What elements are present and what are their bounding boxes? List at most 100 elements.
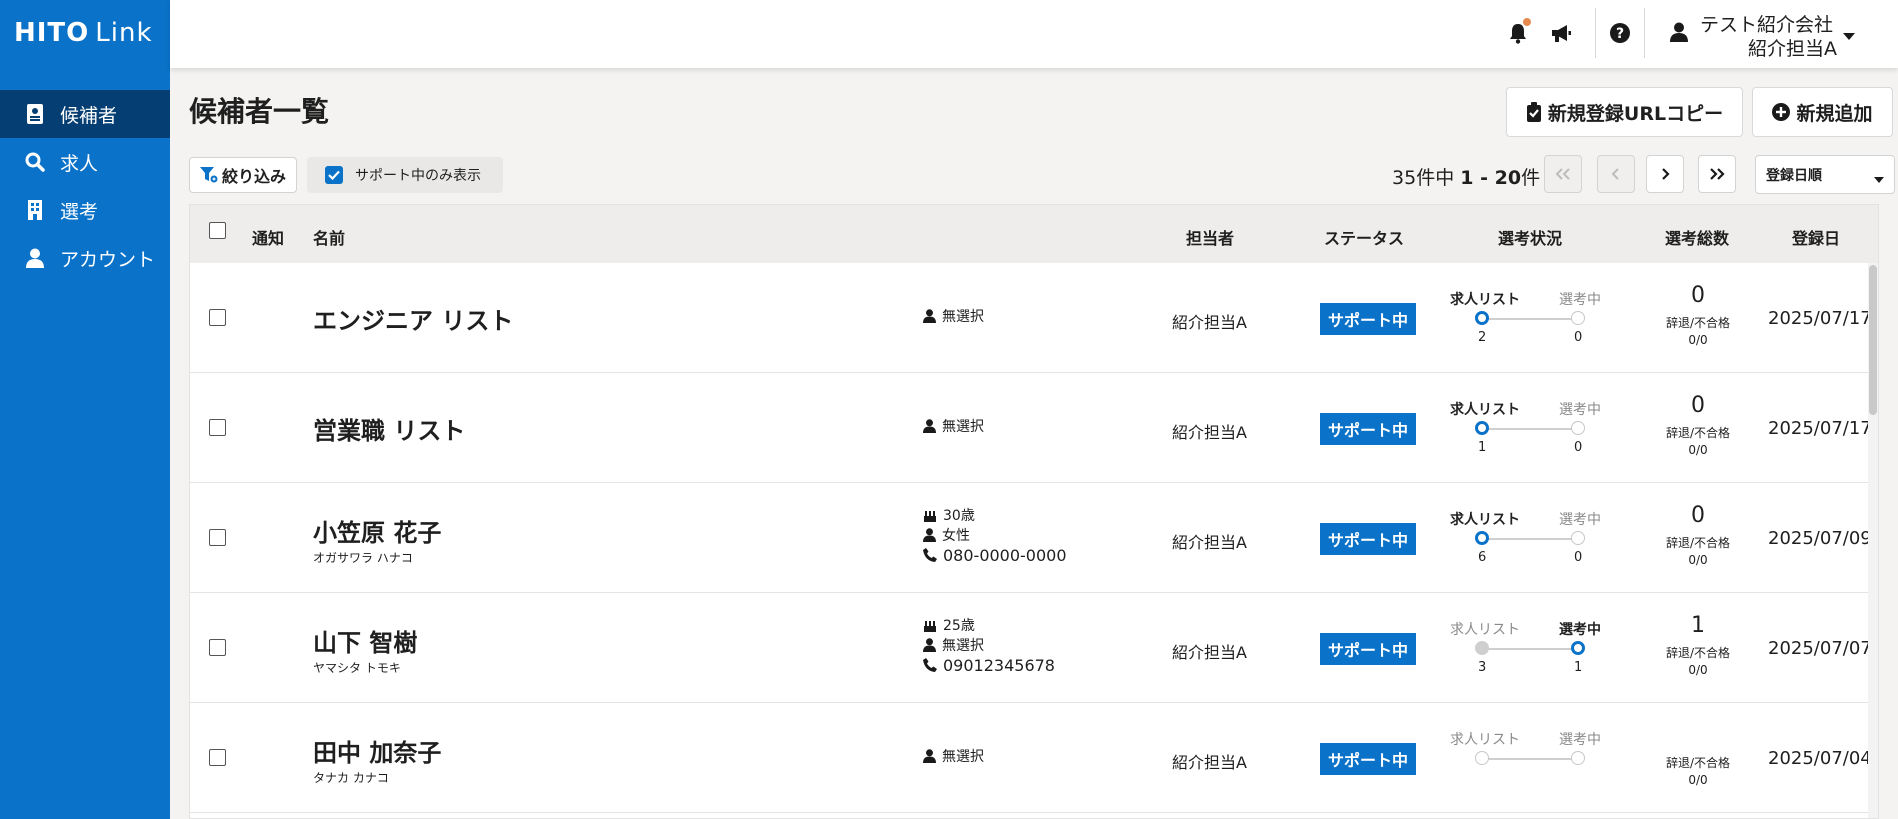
pager-mid: 件中 bbox=[1416, 167, 1455, 189]
user-icon bbox=[24, 247, 46, 269]
header-divider bbox=[1595, 8, 1596, 58]
sidebar-item-jobs[interactable]: 求人 bbox=[0, 138, 170, 186]
candidate-name[interactable]: 山下 智樹 bbox=[313, 623, 417, 658]
header-name: 名前 bbox=[313, 229, 346, 248]
megaphone-icon[interactable] bbox=[1548, 20, 1574, 46]
logo-light-text: Link bbox=[95, 18, 153, 48]
withdraw-value: 0/0 bbox=[1688, 553, 1708, 567]
row-checkbox[interactable] bbox=[209, 309, 226, 326]
first-page-button[interactable] bbox=[1544, 155, 1582, 193]
pager-from: 1 bbox=[1460, 167, 1474, 189]
top-header: ? テスト紹介会社 紹介担当A bbox=[170, 0, 1898, 68]
select-all-checkbox[interactable] bbox=[209, 222, 226, 239]
table-scrollbar[interactable] bbox=[1868, 263, 1878, 818]
table-row[interactable]: 山下 智樹 ヤマシタ トモキ 25歳 無選択 09012345678 紹介担当A サ… bbox=[190, 593, 1878, 703]
sidebar-item-account[interactable]: アカウント bbox=[0, 234, 170, 282]
row-checkbox[interactable] bbox=[209, 419, 226, 436]
candidate-info: 30歳 女性 080-0000-0000 bbox=[923, 505, 1067, 565]
registered-date: 2025/07/04 bbox=[1768, 748, 1872, 769]
progress-line bbox=[1482, 428, 1578, 430]
candidate-kana: オガサワラ ハナコ bbox=[313, 551, 413, 565]
stage1-dot bbox=[1475, 531, 1489, 545]
sidebar-item-candidates[interactable]: 候補者 bbox=[0, 90, 170, 138]
support-only-checkbox[interactable]: サポート中のみ表示 bbox=[307, 157, 503, 193]
phone-icon bbox=[923, 658, 937, 672]
gender-text: 女性 bbox=[942, 528, 970, 544]
gender-text: 無選択 bbox=[942, 309, 984, 325]
checkbox-checked-icon bbox=[325, 166, 343, 184]
stage2-label: 選考中 bbox=[1559, 292, 1601, 308]
sidebar: HITO Link 候補者 求人 選考 アカウント bbox=[0, 0, 170, 819]
stage1-dot bbox=[1475, 751, 1489, 765]
user-menu[interactable]: テスト紹介会社 紹介担当A bbox=[1670, 10, 1855, 60]
stage2-count: 0 bbox=[1574, 330, 1583, 345]
pager-dash: - bbox=[1473, 167, 1495, 189]
sidebar-item-selection[interactable]: 選考 bbox=[0, 186, 170, 234]
row-checkbox[interactable] bbox=[209, 639, 226, 656]
next-page-button[interactable] bbox=[1646, 155, 1684, 193]
filter-label: 絞り込み bbox=[221, 167, 286, 186]
sort-select[interactable]: 登録日順 bbox=[1755, 155, 1895, 194]
table-row[interactable]: 営業職 リスト 無選択 紹介担当A サポート中 求人リスト 選考中 1 0 0 … bbox=[190, 373, 1878, 483]
last-page-button[interactable] bbox=[1698, 155, 1736, 193]
support-only-label: サポート中のみ表示 bbox=[355, 168, 481, 184]
withdraw-value: 0/0 bbox=[1688, 663, 1708, 677]
add-new-button[interactable]: 新規追加 bbox=[1752, 87, 1893, 137]
add-new-label: 新規追加 bbox=[1796, 102, 1873, 125]
pager-to: 20 bbox=[1494, 167, 1522, 189]
info-age: 25歳 bbox=[923, 615, 1055, 635]
copy-registration-url-button[interactable]: 新規登録URLコピー bbox=[1506, 87, 1743, 137]
assignee: 紹介担当A bbox=[1172, 533, 1247, 552]
table-row[interactable]: エンジニア リスト 無選択 紹介担当A サポート中 求人リスト 選考中 2 0 … bbox=[190, 263, 1878, 373]
candidate-info: 無選択 bbox=[923, 746, 984, 766]
stage1-label: 求人リスト bbox=[1450, 622, 1520, 638]
filter-button[interactable]: 絞り込み bbox=[189, 157, 297, 193]
table-row[interactable]: 小笠原 花子 オガサワラ ハナコ 30歳 女性 080-0000-0000 紹介担当… bbox=[190, 483, 1878, 593]
row-checkbox[interactable] bbox=[209, 749, 226, 766]
selection-total: 0 bbox=[1691, 283, 1705, 308]
candidate-name[interactable]: エンジニア リスト bbox=[313, 301, 513, 336]
user-icon bbox=[1670, 22, 1688, 46]
stage1-label: 求人リスト bbox=[1450, 292, 1520, 308]
stage2-label: 選考中 bbox=[1559, 402, 1601, 418]
withdraw-value: 0/0 bbox=[1688, 773, 1708, 787]
stage2-dot bbox=[1571, 421, 1585, 435]
chevron-down-icon bbox=[1874, 171, 1884, 187]
candidate-kana: タナカ カナコ bbox=[313, 771, 389, 785]
pager-total: 35 bbox=[1392, 167, 1417, 189]
withdraw-label: 辞退/不合格 bbox=[1665, 646, 1731, 660]
help-icon[interactable]: ? bbox=[1607, 20, 1633, 46]
phone-text: 09012345678 bbox=[943, 655, 1055, 675]
withdraw-label: 辞退/不合格 bbox=[1665, 536, 1731, 550]
stage1-label: 求人リスト bbox=[1450, 732, 1520, 748]
candidate-name[interactable]: 田中 加奈子 bbox=[313, 733, 441, 768]
row-checkbox[interactable] bbox=[209, 529, 226, 546]
status-badge: サポート中 bbox=[1320, 523, 1416, 555]
registered-date: 2025/07/17 bbox=[1768, 308, 1872, 329]
progress-line bbox=[1482, 538, 1578, 540]
notification-bell-icon[interactable] bbox=[1505, 18, 1531, 46]
selection-total: 1 bbox=[1691, 613, 1705, 638]
progress-line bbox=[1482, 758, 1578, 760]
candidate-name[interactable]: 小笠原 花子 bbox=[313, 513, 441, 548]
registered-date: 2025/07/07 bbox=[1768, 638, 1872, 659]
info-gender: 無選択 bbox=[923, 306, 984, 326]
prev-page-button[interactable] bbox=[1597, 155, 1635, 193]
chevron-right-icon bbox=[1662, 168, 1670, 180]
stage2-label: 選考中 bbox=[1559, 732, 1601, 748]
info-gender: 無選択 bbox=[923, 746, 984, 766]
double-chevron-right-icon bbox=[1710, 168, 1725, 180]
stage1-dot bbox=[1475, 421, 1489, 435]
app-logo[interactable]: HITO Link bbox=[0, 0, 170, 66]
info-gender: 無選択 bbox=[923, 635, 1055, 655]
withdraw-label: 辞退/不合格 bbox=[1665, 756, 1731, 770]
candidate-name[interactable]: 営業職 リスト bbox=[313, 411, 465, 446]
scroll-thumb[interactable] bbox=[1869, 265, 1877, 415]
selection-total: 0 bbox=[1691, 393, 1705, 418]
table-row[interactable]: 田中 加奈子 タナカ カナコ 無選択 紹介担当A サポート中 求人リスト 選考中… bbox=[190, 703, 1878, 813]
search-icon bbox=[24, 151, 46, 173]
assignee: 紹介担当A bbox=[1172, 753, 1247, 772]
header-notify: 通知 bbox=[252, 229, 285, 248]
plus-circle-icon bbox=[1772, 103, 1791, 121]
stage1-count: 2 bbox=[1478, 330, 1487, 345]
